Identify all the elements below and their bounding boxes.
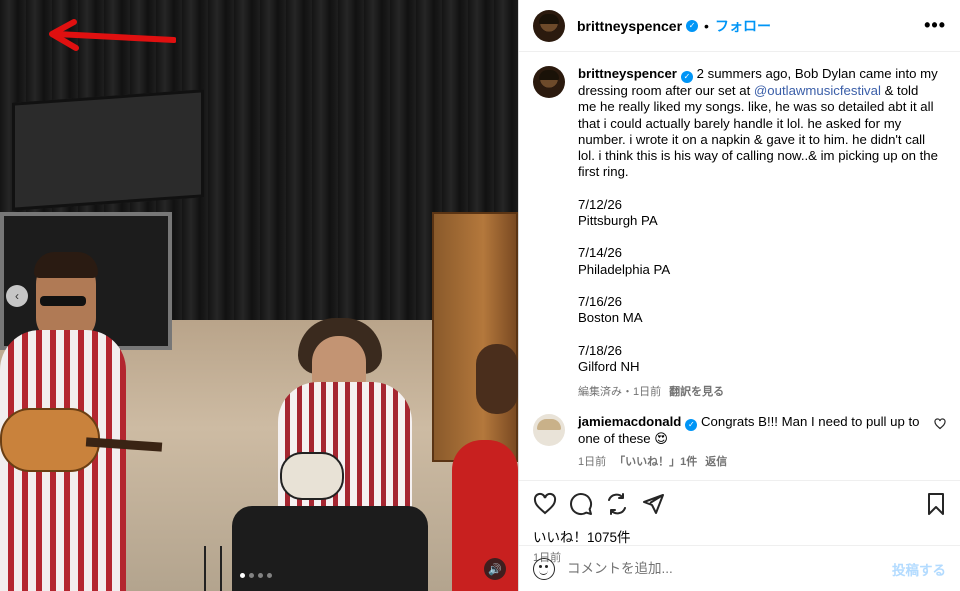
comment-likes-link[interactable]: 「いいね！」1件	[614, 456, 697, 468]
electric-guitar	[280, 452, 344, 500]
emoji-icon[interactable]	[533, 557, 555, 580]
edited-timestamp: 編集済み・1日前	[578, 386, 662, 399]
mic-stand	[204, 546, 222, 591]
follow-button[interactable]: フォロー	[715, 16, 771, 36]
comment-like-heart-icon[interactable]	[934, 418, 946, 430]
tour-city: Philadelphia PA	[578, 261, 671, 277]
guitarist-center-pants	[232, 506, 428, 591]
verified-badge-icon: ✓	[686, 19, 699, 32]
audio-toggle-button[interactable]: 🔊	[484, 558, 506, 580]
sunglasses	[40, 296, 86, 306]
likes-count[interactable]: いいね！1075件	[519, 526, 960, 546]
tour-date-item: 7/18/26 Gilford NH	[578, 343, 938, 376]
post-media[interactable]: ‹ 🔊	[0, 0, 518, 591]
bookmark-icon[interactable]	[924, 492, 948, 516]
caption-text: brittneyspencer ✓ 2 summers ago, Bob Dyla…	[578, 66, 938, 181]
separator-dot: •	[704, 17, 709, 34]
upright-piano	[432, 212, 518, 462]
author-username[interactable]: brittneyspencer	[577, 18, 682, 34]
tour-date-item: 7/12/26 Pittsburgh PA	[578, 197, 938, 230]
red-arrow-annotation	[49, 19, 176, 51]
tour-date: 7/16/26	[578, 293, 622, 309]
post-actions-bar	[519, 480, 960, 526]
mention-link[interactable]: @outlawmusicfestival	[754, 83, 881, 98]
speaker-icon: 🔊	[488, 563, 502, 576]
tour-date: 7/12/26	[578, 196, 622, 212]
instagram-post-view: ‹ 🔊 brittneyspencer ✓ • フォロー ••• brittne…	[0, 0, 960, 591]
caption-body: brittneyspencer ✓ 2 summers ago, Bob Dyla…	[578, 66, 938, 400]
add-comment-bar: 投稿する	[519, 545, 960, 591]
carousel-dot	[258, 573, 263, 578]
acoustic-guitar	[0, 408, 100, 472]
comment-entry: jamiemacdonald ✓ Congrats B!!! Man I need…	[533, 414, 946, 470]
carousel-dots	[240, 573, 272, 578]
share-icon[interactable]	[605, 492, 629, 516]
stage-speaker	[12, 89, 204, 211]
comment-text: jamiemacdonald ✓ Congrats B!!! Man I need…	[578, 414, 924, 447]
previous-slide-button[interactable]: ‹	[6, 285, 28, 307]
comment-username[interactable]: jamiemacdonald	[578, 414, 681, 429]
guitarist-left-hair	[34, 252, 98, 278]
tour-date: 7/18/26	[578, 342, 622, 358]
comment-meta: 1日前 「いいね！」1件 返信	[578, 454, 924, 470]
send-icon[interactable]	[641, 492, 665, 516]
tour-city: Boston MA	[578, 310, 643, 326]
reply-button[interactable]: 返信	[705, 456, 727, 468]
avatar[interactable]	[533, 414, 565, 447]
carousel-dot	[240, 573, 245, 578]
avatar[interactable]	[533, 66, 565, 98]
more-options-icon[interactable]: •••	[924, 15, 946, 36]
caption-entry: brittneyspencer ✓ 2 summers ago, Bob Dyla…	[533, 66, 946, 400]
tour-city: Gilford NH	[578, 358, 640, 374]
caption-username[interactable]: brittneyspencer	[578, 66, 677, 81]
tour-city: Pittsburgh PA	[578, 213, 658, 229]
carousel-dot	[267, 573, 272, 578]
verified-badge-icon: ✓	[685, 419, 698, 432]
heart-icon[interactable]	[533, 492, 557, 516]
comment-icon[interactable]	[569, 492, 593, 516]
post-comment-button[interactable]: 投稿する	[892, 559, 946, 579]
tour-date: 7/14/26	[578, 245, 622, 261]
avatar[interactable]	[533, 9, 565, 42]
see-translation-link[interactable]: 翻訳を見る	[669, 386, 724, 398]
singer-right-head	[476, 344, 518, 414]
comment-timestamp: 1日前	[578, 455, 607, 468]
comment-body: jamiemacdonald ✓ Congrats B!!! Man I need…	[578, 414, 924, 470]
tour-date-item: 7/16/26 Boston MA	[578, 294, 938, 327]
carousel-dot	[249, 573, 254, 578]
post-header: brittneyspencer ✓ • フォロー •••	[519, 0, 960, 52]
caption-meta: 編集済み・1日前 翻訳を見る	[578, 384, 938, 400]
verified-badge-icon: ✓	[680, 71, 693, 83]
comments-area[interactable]: brittneyspencer ✓ 2 summers ago, Bob Dyla…	[519, 52, 960, 480]
post-side-panel: brittneyspencer ✓ • フォロー ••• brittneyspe…	[518, 0, 960, 591]
comment-input[interactable]	[567, 561, 892, 576]
tour-date-item: 7/14/26 Philadelphia PA	[578, 245, 938, 278]
